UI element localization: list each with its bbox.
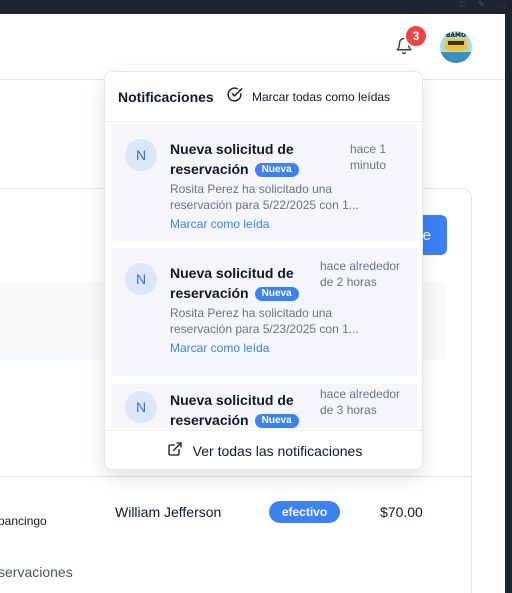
notification-time: hace alrededor de 2 horas: [320, 259, 401, 289]
ellipsis-icon[interactable]: …: [497, 0, 506, 10]
notification-title-block: Nueva solicitud de reservación Nueva: [170, 263, 310, 303]
notification-item[interactable]: N Nueva solicitud de reservación Nueva ha…: [112, 124, 417, 241]
mark-all-read-label: Marcar todas como leídas: [252, 90, 391, 104]
bus-logo-icon: [445, 39, 467, 51]
notifications-dropdown: Notificaciones Marcar todas como leídas …: [104, 71, 423, 470]
new-badge: Nueva: [254, 414, 299, 428]
new-badge: Nueva: [254, 287, 299, 301]
view-all-notifications-label: Ver todas las notificaciones: [192, 443, 363, 459]
avatar-background-band: [440, 52, 472, 63]
view-all-notifications-button[interactable]: Ver todas las notificaciones: [105, 430, 422, 469]
window-right-edge: [505, 14, 512, 593]
dropdown-title: Notificaciones: [118, 89, 214, 105]
mark-as-read-link[interactable]: Marcar como leída: [170, 217, 269, 231]
notification-avatar: N: [125, 263, 157, 295]
new-badge: Nueva: [254, 163, 299, 177]
window-top-strip: □ ✎ …: [0, 0, 512, 14]
notification-avatar: N: [125, 391, 157, 423]
notification-title-block: Nueva solicitud de reservación Nueva: [170, 139, 310, 179]
pencil-icon[interactable]: ✎: [477, 0, 485, 10]
mark-as-read-link[interactable]: Marcar como leída: [170, 341, 269, 355]
dropdown-header: Notificaciones Marcar todas como leídas: [105, 72, 422, 122]
notification-item[interactable]: N Nueva solicitud de reservación Nueva ha…: [112, 248, 417, 376]
notification-body: Rosita Perez ha solicitado una reservaci…: [170, 182, 359, 212]
check-circle-icon: [226, 86, 243, 108]
table-row-divider: [0, 476, 472, 477]
mark-all-read-button[interactable]: Marcar todas como leídas: [226, 86, 390, 108]
external-link-icon: [167, 441, 183, 462]
toolbar-icons: □ ✎ …: [460, 0, 506, 10]
monitor-icon[interactable]: □: [460, 0, 465, 10]
reservations-footer-text: servaciones: [0, 564, 73, 580]
table-cell-amount: $70.00: [380, 504, 423, 520]
user-avatar[interactable]: BAMO: [440, 31, 472, 63]
notification-item[interactable]: N Nueva solicitud de reservación Nueva ha…: [112, 384, 417, 428]
notification-avatar: N: [125, 139, 157, 171]
payment-method-badge: efectivo: [269, 501, 340, 523]
notification-count-badge: 3: [404, 24, 428, 48]
notifications-list[interactable]: N Nueva solicitud de reservación Nueva ha…: [112, 124, 417, 428]
notification-time: hace alrededor de 3 horas: [320, 387, 401, 417]
notification-time: hace 1 minuto: [350, 142, 387, 172]
avatar-logo-text: BAMO: [445, 32, 467, 39]
table-cell-city: pancingo: [0, 514, 47, 528]
notification-body: Rosita Perez ha solicitado una reservaci…: [170, 306, 359, 336]
notification-title-block: Nueva solicitud de reservación Nueva: [170, 390, 310, 428]
primary-action-button-label: e: [422, 226, 431, 244]
table-cell-customer-name: William Jefferson: [115, 504, 222, 520]
